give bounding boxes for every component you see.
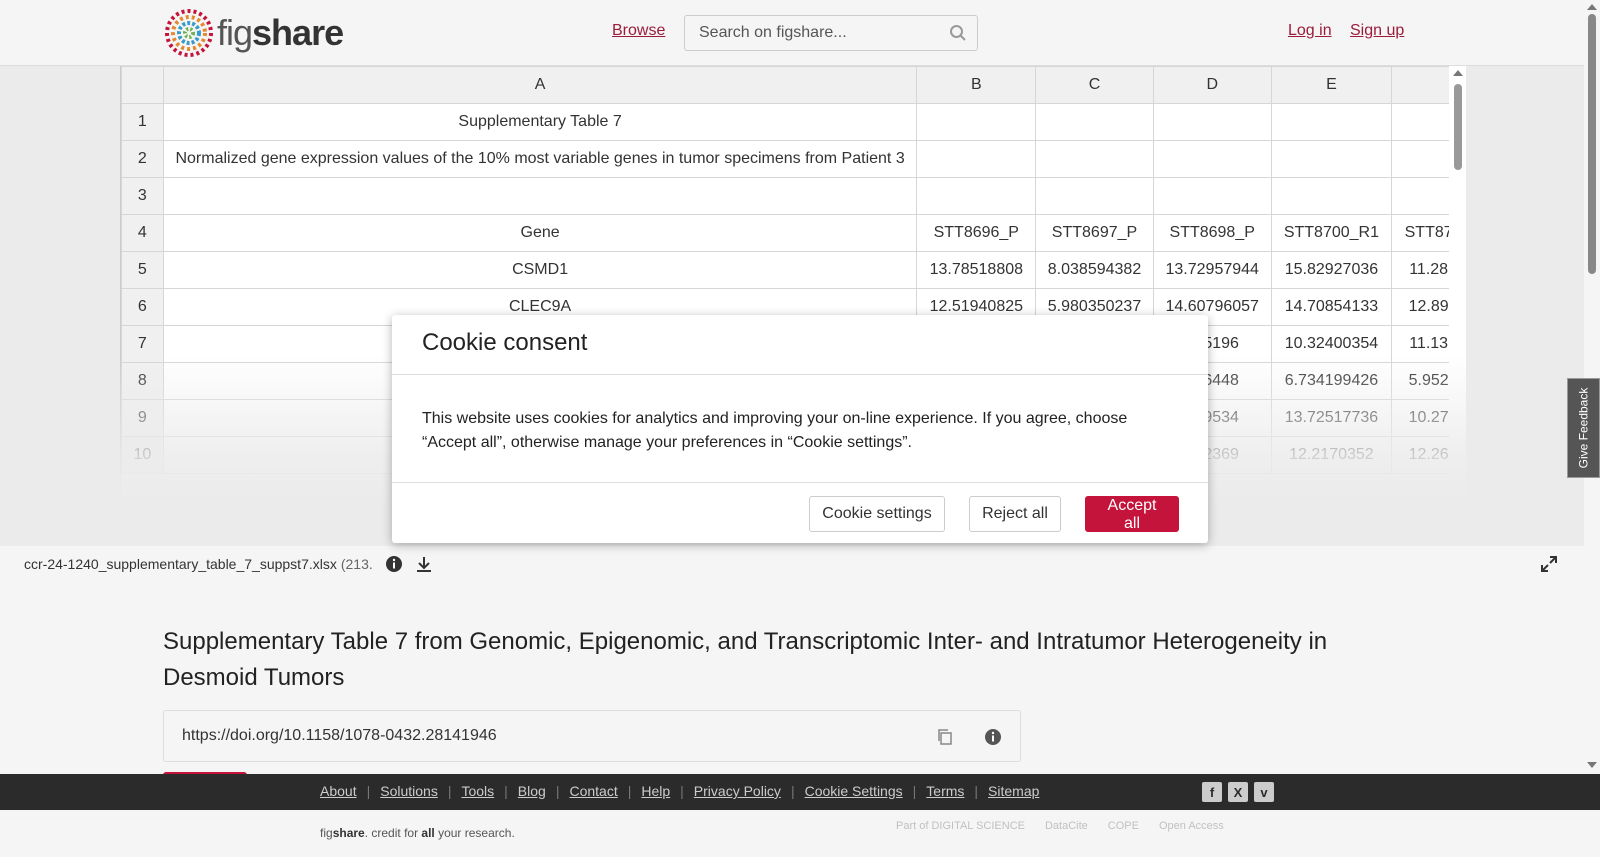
dialog-footer: Cookie settings Reject all Accept all [392, 483, 1208, 543]
cookie-consent-dialog: Cookie consent This website uses cookies… [392, 315, 1208, 543]
dialog-title: Cookie consent [422, 329, 588, 356]
cookie-settings-button[interactable]: Cookie settings [809, 496, 945, 532]
dialog-header: Cookie consent [392, 315, 1208, 375]
dialog-body: This website uses cookies for analytics … [392, 375, 1208, 483]
accept-all-button[interactable]: Accept all [1085, 496, 1179, 532]
reject-all-button[interactable]: Reject all [969, 496, 1061, 532]
